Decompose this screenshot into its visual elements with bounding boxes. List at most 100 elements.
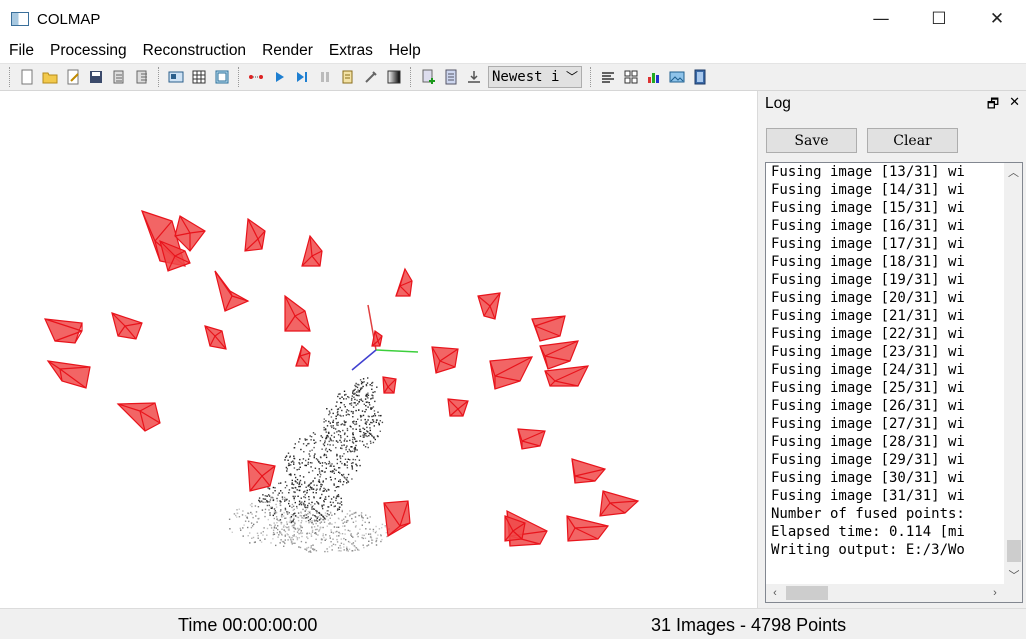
- grid-icon[interactable]: [622, 68, 640, 86]
- film-icon[interactable]: [691, 68, 709, 86]
- document-icon[interactable]: [442, 68, 460, 86]
- point: [269, 501, 271, 503]
- point: [264, 538, 266, 540]
- camera-frustum[interactable]: [382, 376, 397, 394]
- camera-frustum[interactable]: [244, 217, 266, 252]
- maximize-button[interactable]: ☐: [910, 0, 968, 38]
- camera-frustum[interactable]: [531, 315, 566, 342]
- menu-extras[interactable]: Extras: [321, 38, 381, 64]
- close-dock-icon[interactable]: ✕: [1009, 95, 1020, 117]
- menu-file[interactable]: File: [0, 38, 42, 64]
- log-hscroll-thumb[interactable]: [786, 586, 828, 600]
- model-select[interactable]: Newest i ﹀: [488, 66, 582, 88]
- save-icon[interactable]: [87, 68, 105, 86]
- point: [321, 436, 324, 439]
- camera-frustum[interactable]: [431, 346, 459, 374]
- camera-frustum[interactable]: [204, 325, 227, 350]
- edit-project-icon[interactable]: [64, 68, 82, 86]
- point: [381, 527, 383, 529]
- camera-frustum[interactable]: [116, 402, 161, 432]
- point: [250, 522, 253, 524]
- camera-frustum[interactable]: [46, 360, 91, 389]
- play-icon[interactable]: [270, 68, 288, 86]
- export-icon[interactable]: [133, 68, 151, 86]
- feature-grid-icon[interactable]: [190, 68, 208, 86]
- image-icon[interactable]: [668, 68, 686, 86]
- point: [365, 408, 367, 411]
- camera-frustum[interactable]: [247, 460, 276, 492]
- camera-frustum[interactable]: [477, 292, 501, 320]
- menu-render[interactable]: Render: [254, 38, 321, 64]
- camera-frustum[interactable]: [44, 318, 83, 344]
- menu-reconstruction[interactable]: Reconstruction: [135, 38, 254, 64]
- list-icon[interactable]: [599, 68, 617, 86]
- point: [257, 537, 259, 539]
- point: [312, 488, 315, 490]
- point: [344, 521, 346, 523]
- feature-matching-icon[interactable]: [213, 68, 231, 86]
- save-log-button[interactable]: Save: [766, 128, 857, 153]
- camera-frustum[interactable]: [544, 365, 590, 387]
- camera-frustum[interactable]: [447, 398, 469, 417]
- camera-frustum[interactable]: [284, 294, 311, 332]
- point: [349, 459, 351, 461]
- tools-icon[interactable]: [362, 68, 380, 86]
- bundle-adjust-icon[interactable]: [339, 68, 357, 86]
- point: [240, 529, 242, 531]
- menu-help[interactable]: Help: [381, 38, 429, 64]
- step-forward-icon[interactable]: [293, 68, 311, 86]
- camera-frustum[interactable]: [395, 267, 413, 297]
- camera-frustum[interactable]: [301, 234, 323, 267]
- import-icon[interactable]: [110, 68, 128, 86]
- point: [357, 535, 359, 538]
- point: [298, 468, 300, 470]
- database-management-icon[interactable]: [167, 68, 185, 86]
- point: [289, 536, 291, 539]
- point: [298, 503, 301, 506]
- pause-icon[interactable]: [316, 68, 334, 86]
- point: [337, 502, 339, 504]
- close-button[interactable]: ✕: [968, 0, 1026, 38]
- add-images-icon[interactable]: [419, 68, 437, 86]
- point: [309, 435, 311, 437]
- connect-nodes-icon[interactable]: [247, 68, 265, 86]
- log-vertical-scrollbar[interactable]: ︿ ﹀: [1004, 163, 1022, 584]
- float-dock-icon[interactable]: 🗗: [987, 95, 999, 117]
- scroll-left-icon[interactable]: ‹: [766, 584, 784, 602]
- bar-chart-icon[interactable]: [645, 68, 663, 86]
- download-icon[interactable]: [465, 68, 483, 86]
- camera-frustum[interactable]: [566, 515, 610, 542]
- scroll-up-icon[interactable]: ︿: [1005, 163, 1022, 181]
- point: [307, 506, 309, 508]
- log-output[interactable]: Fusing image [13/31] wi Fusing image [14/…: [765, 162, 1023, 603]
- minimize-button[interactable]: —: [852, 0, 910, 38]
- point: [264, 508, 267, 511]
- camera-frustum[interactable]: [571, 458, 607, 484]
- log-horizontal-scrollbar[interactable]: ‹ ›: [766, 584, 1004, 602]
- menu-processing[interactable]: Processing: [42, 38, 135, 64]
- camera-frustum[interactable]: [295, 344, 311, 367]
- point: [332, 421, 334, 423]
- camera-frustum[interactable]: [599, 490, 640, 517]
- scroll-right-icon[interactable]: ›: [986, 584, 1004, 602]
- scroll-down-icon[interactable]: ﹀: [1005, 566, 1022, 584]
- camera-frustum[interactable]: [111, 312, 143, 340]
- point: [344, 533, 346, 535]
- log-vscroll-thumb[interactable]: [1007, 540, 1021, 562]
- point: [353, 436, 355, 439]
- clear-log-button[interactable]: Clear: [867, 128, 958, 153]
- point: [366, 395, 368, 398]
- scene-canvas[interactable]: [0, 91, 755, 608]
- point: [294, 473, 296, 476]
- camera-frustum[interactable]: [489, 356, 534, 390]
- open-folder-icon[interactable]: [41, 68, 59, 86]
- camera-frustum[interactable]: [539, 340, 579, 370]
- reconstruction-viewport[interactable]: [0, 91, 755, 608]
- point: [322, 507, 324, 510]
- new-project-icon[interactable]: [18, 68, 36, 86]
- gradient-icon[interactable]: [385, 68, 403, 86]
- point: [235, 514, 237, 517]
- camera-frustum[interactable]: [517, 428, 546, 450]
- camera-frustum[interactable]: [214, 270, 250, 312]
- camera-frustum[interactable]: [383, 500, 411, 537]
